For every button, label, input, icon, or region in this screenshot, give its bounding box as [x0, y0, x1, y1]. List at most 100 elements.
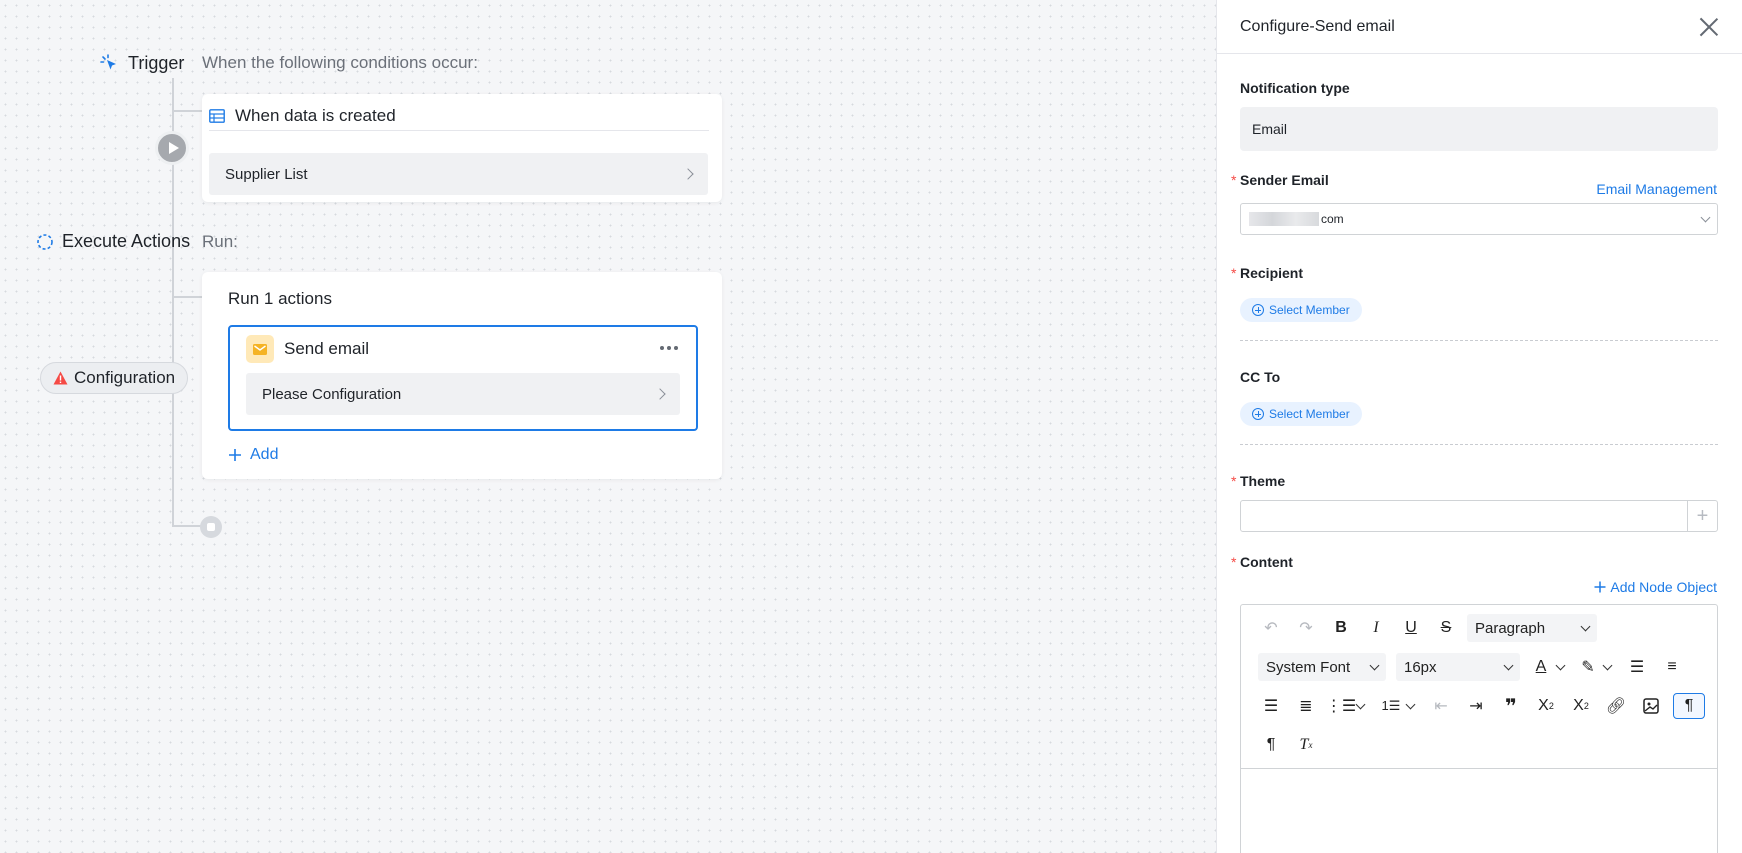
link-icon[interactable]: 🔗︎	[1603, 693, 1629, 719]
run-play-button[interactable]	[155, 131, 189, 165]
font-size-value: 16px	[1404, 658, 1437, 676]
sender-email-select[interactable]: com	[1240, 203, 1718, 235]
content-label: * Content	[1231, 554, 1293, 570]
subscript-icon[interactable]: X2	[1533, 693, 1559, 719]
flow-end-node	[200, 516, 222, 538]
redacted-email	[1249, 212, 1319, 227]
add-node-object-label: Add Node Object	[1610, 579, 1717, 595]
play-icon	[168, 142, 179, 154]
image-icon[interactable]	[1638, 693, 1664, 719]
configuration-badge-text: Configuration	[74, 368, 176, 387]
plus-circle-icon	[1252, 304, 1264, 316]
text-color-icon[interactable]: A	[1528, 654, 1554, 680]
highlight-color-dropdown[interactable]	[1602, 654, 1612, 680]
recipient-select-member-button[interactable]: Select Member	[1240, 298, 1362, 322]
superscript-icon[interactable]: X2	[1568, 693, 1594, 719]
run-actions-title: Run 1 actions	[228, 289, 332, 308]
ltr-direction-icon[interactable]: ¶	[1673, 693, 1705, 719]
select-member-label: Select Member	[1269, 407, 1350, 421]
numbered-list-icon[interactable]: 1☰	[1378, 693, 1404, 719]
text-color-dropdown[interactable]	[1555, 654, 1565, 680]
highlight-color-icon[interactable]: ✎	[1575, 654, 1601, 680]
required-mark: *	[1231, 554, 1237, 570]
trigger-card[interactable]: When data is created Supplier List	[202, 94, 722, 202]
bullet-list-icon[interactable]: ⋮☰	[1326, 693, 1356, 719]
chevron-down-icon	[1355, 699, 1365, 709]
align-center-icon[interactable]: ≡	[1659, 654, 1685, 680]
align-left-icon[interactable]: ☰	[1624, 654, 1650, 680]
numbered-list-dropdown[interactable]	[1405, 693, 1415, 719]
block-format-select[interactable]: Paragraph	[1467, 614, 1597, 642]
chevron-down-icon	[1503, 660, 1514, 670]
trigger-subtitle: When the following conditions occur:	[202, 53, 478, 72]
plus-circle-icon	[1252, 408, 1264, 420]
plus-icon	[229, 449, 241, 461]
execute-actions-label: Execute Actions	[36, 231, 190, 252]
plus-icon	[1594, 581, 1606, 593]
configuration-warning-badge[interactable]: Configuration	[40, 362, 189, 394]
data-source-row[interactable]: Supplier List	[209, 153, 708, 195]
required-mark: *	[1231, 265, 1237, 281]
send-email-title: Send email	[284, 339, 370, 358]
bold-icon[interactable]: B	[1328, 615, 1354, 641]
block-format-value: Paragraph	[1475, 619, 1546, 637]
chevron-down-icon	[1580, 621, 1591, 631]
theme-label-text: Theme	[1240, 473, 1286, 489]
required-mark: *	[1231, 172, 1237, 188]
align-right-icon[interactable]: ☰	[1258, 693, 1284, 719]
send-email-action[interactable]: Send email Please Configuration	[228, 325, 698, 431]
trigger-card-title-text: When data is created	[235, 105, 396, 125]
add-action-button[interactable]: Add	[228, 446, 278, 464]
add-action-label: Add	[250, 446, 279, 463]
blockquote-icon[interactable]: ❞	[1498, 693, 1524, 719]
strikethrough-icon[interactable]: S	[1433, 615, 1459, 641]
run-actions-card[interactable]: Run 1 actions Send email Please Configur…	[202, 272, 722, 479]
please-configuration-text: Please Configuration	[262, 385, 402, 403]
data-source-name: Supplier List	[225, 165, 308, 183]
chevron-down-icon	[1555, 660, 1565, 670]
theme-value	[1241, 501, 1687, 531]
content-label-text: Content	[1240, 554, 1293, 570]
flow-connector	[172, 296, 202, 298]
font-size-select[interactable]: 16px	[1396, 653, 1520, 681]
editor-content-area[interactable]	[1241, 769, 1717, 853]
outdent-icon[interactable]: ⇤	[1428, 693, 1454, 719]
bullet-list-dropdown[interactable]	[1355, 693, 1365, 719]
trigger-label-text: Trigger	[128, 53, 185, 73]
rtl-direction-icon[interactable]: ¶	[1258, 732, 1284, 758]
notification-type-label: Notification type	[1240, 80, 1350, 96]
underline-icon[interactable]: U	[1398, 615, 1424, 641]
close-icon[interactable]	[1699, 17, 1719, 37]
font-family-select[interactable]: System Font	[1258, 653, 1386, 681]
select-member-label: Select Member	[1269, 303, 1350, 317]
cc-select-member-button[interactable]: Select Member	[1240, 402, 1362, 426]
align-justify-icon[interactable]: ≣	[1293, 693, 1319, 719]
add-node-object-link[interactable]: Add Node Object	[1594, 579, 1717, 595]
insert-variable-button[interactable]: +	[1687, 501, 1717, 531]
redo-icon[interactable]: ↷	[1293, 615, 1319, 641]
panel-header: Configure-Send email	[1217, 0, 1742, 54]
cursor-click-icon	[100, 53, 116, 69]
cc-label: CC To	[1240, 369, 1281, 385]
flow-connector	[172, 110, 202, 112]
clear-format-icon[interactable]: Tx	[1293, 732, 1319, 758]
theme-input[interactable]: +	[1240, 500, 1718, 532]
email-management-link[interactable]: Email Management	[1596, 181, 1717, 197]
execute-actions-text: Execute Actions	[62, 231, 191, 251]
please-configuration-row[interactable]: Please Configuration	[246, 373, 680, 415]
font-family-value: System Font	[1266, 658, 1351, 676]
more-options-icon[interactable]	[660, 346, 678, 350]
trigger-label: Trigger	[100, 53, 184, 74]
chevron-right-icon	[682, 168, 694, 180]
trigger-card-title: When data is created	[209, 101, 709, 131]
italic-icon[interactable]: I	[1363, 615, 1389, 641]
sender-email-label-text: Sender Email	[1240, 172, 1329, 188]
mail-icon	[246, 335, 274, 363]
undo-icon[interactable]: ↶	[1258, 615, 1284, 641]
editor-toolbar: ↶ ↷ B I U S Paragraph System Font 16px A…	[1241, 605, 1717, 769]
indent-icon[interactable]: ⇥	[1463, 693, 1489, 719]
flow-canvas[interactable]: Trigger When the following conditions oc…	[0, 0, 1216, 853]
chevron-down-icon	[1700, 212, 1711, 222]
recipient-label: * Recipient	[1231, 265, 1303, 281]
theme-label: * Theme	[1231, 473, 1286, 489]
